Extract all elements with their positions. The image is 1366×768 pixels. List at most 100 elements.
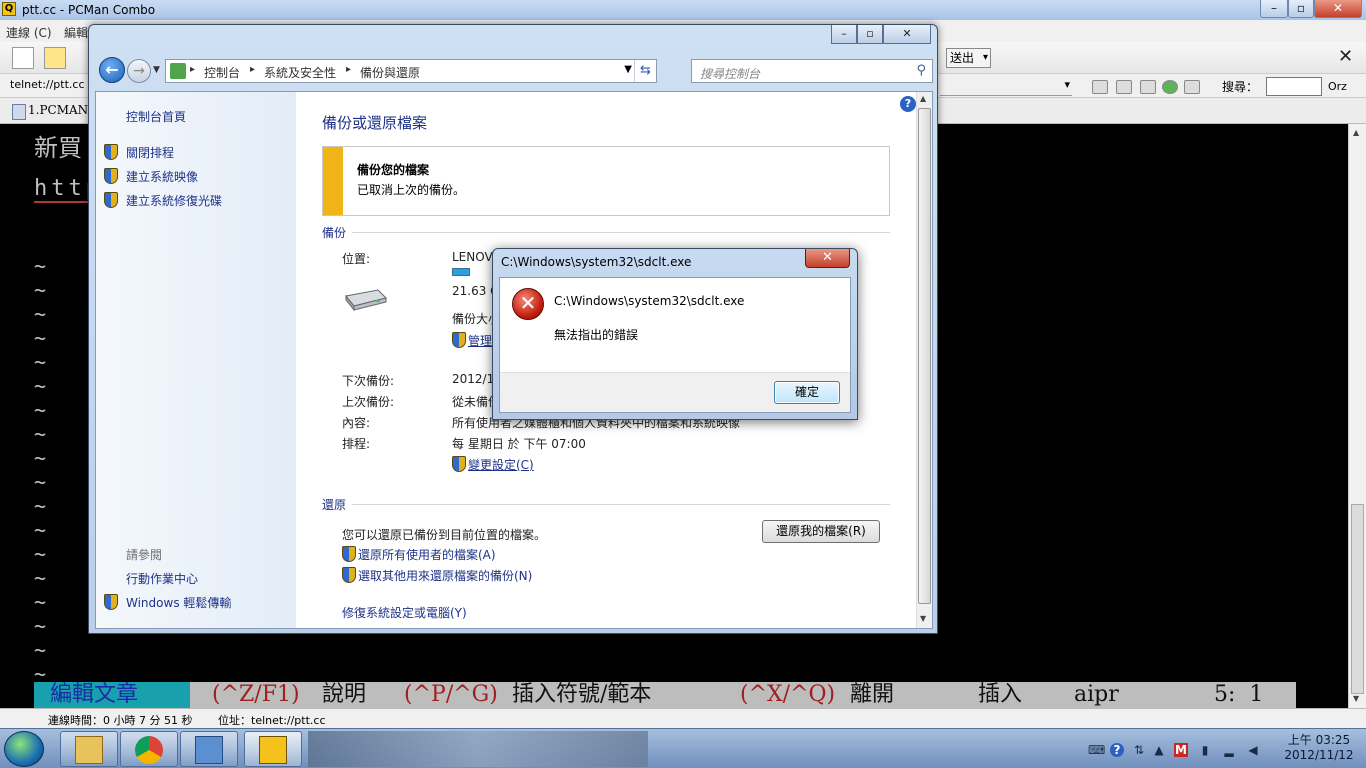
clock-date: 2012/11/12 — [1284, 748, 1354, 762]
crumb-separator-icon[interactable]: ▸ — [190, 64, 195, 75]
volume-icon[interactable]: ◀ — [1246, 743, 1260, 757]
restore-section-heading: 還原 — [322, 498, 347, 512]
warning-stripe — [323, 147, 343, 215]
address-dropdown-icon[interactable]: ▼ — [624, 64, 632, 75]
crumb-separator-icon[interactable]: ▸ — [346, 64, 351, 75]
tilde-line: ~ — [34, 278, 47, 302]
drive-usage-bar — [452, 268, 470, 276]
turn-off-schedule-link[interactable]: 關閉排程 — [126, 144, 174, 161]
dialog-message-path: C:\Windows\system32\sdclt.exe — [554, 294, 745, 308]
help-tray-icon[interactable]: ? — [1110, 743, 1124, 757]
menu-connect[interactable]: 連線 (C) — [6, 24, 52, 41]
orz-dropdown[interactable]: Orz — [1328, 80, 1347, 93]
close-button[interactable]: ✕ — [1314, 0, 1362, 18]
create-system-image-link[interactable]: 建立系統映像 — [126, 168, 198, 185]
connect-icon[interactable] — [12, 47, 34, 69]
backup-section-heading: 備份 — [322, 226, 347, 240]
ok-button[interactable]: 確定 — [774, 381, 840, 404]
last-backup-label: 上次備份: — [342, 395, 395, 409]
error-icon: ✕ — [512, 288, 544, 320]
divider — [352, 504, 890, 505]
editor-status-bar: 編輯文章 (^Z/F1) 說明 (^P/^G) 插入符號/範本 (^X/^Q) … — [34, 682, 1296, 708]
clock-time: 上午 03:25 — [1287, 733, 1351, 747]
connection-time: 連線時間：0 小時 7 分 51 秒 — [48, 714, 193, 727]
taskbar-explorer[interactable] — [60, 731, 118, 767]
pcman-icon — [259, 736, 287, 764]
crumb-backup-restore[interactable]: 備份與還原 — [360, 64, 420, 81]
address-input[interactable]: telnet://ptt.cc — [10, 78, 85, 91]
exit-key: (^X/^Q) — [740, 682, 836, 707]
dialog-close-button[interactable]: ✕ — [805, 249, 850, 268]
taskbar-previews — [308, 731, 648, 767]
ime-icon[interactable]: ⇅ — [1132, 743, 1146, 757]
home-icon[interactable] — [1092, 80, 1108, 94]
start-button[interactable] — [4, 731, 44, 767]
taskbar-pcman[interactable] — [244, 731, 302, 767]
window-title: ptt.cc - PCMan Combo — [22, 3, 156, 17]
manage-space-link[interactable]: 管理 — [468, 332, 492, 349]
scroll-up-icon[interactable]: ▲ — [1353, 128, 1359, 137]
crumb-system-security[interactable]: 系統及安全性 — [264, 64, 336, 81]
taskbar-chrome[interactable] — [120, 731, 178, 767]
shield-icon — [104, 594, 118, 610]
scroll-down-icon[interactable]: ▼ — [1353, 694, 1359, 703]
next-backup-label: 下次備份: — [342, 374, 395, 388]
show-hidden-icon[interactable]: ▲ — [1152, 743, 1166, 757]
address-dropdown[interactable] — [940, 78, 1072, 96]
easy-transfer-link[interactable]: Windows 輕鬆傳輸 — [126, 594, 231, 611]
menu-edit[interactable]: 編輯 — [64, 24, 88, 41]
username: aipr — [1074, 682, 1119, 707]
shield-icon — [104, 192, 118, 208]
system-clock[interactable]: 上午 03:25 2012/11/12 — [1274, 733, 1364, 763]
ansi-icon[interactable] — [1140, 80, 1156, 94]
screen-icon[interactable] — [1184, 80, 1200, 94]
change-settings-link[interactable]: 變更設定(C) — [468, 456, 534, 473]
cp-scrollbar[interactable]: ▲ ▼ — [916, 92, 932, 628]
globe-icon[interactable] — [1162, 80, 1178, 94]
cp-home-link[interactable]: 控制台首頁 — [126, 108, 186, 125]
crumb-separator-icon[interactable]: ▸ — [250, 64, 255, 75]
scrollbar-thumb[interactable] — [1351, 504, 1364, 694]
action-center-link[interactable]: 行動作業中心 — [126, 570, 198, 587]
breadcrumb[interactable]: ▸ 控制台 ▸ 系統及安全性 ▸ 備份與還原 ▼ ⇆ — [165, 59, 657, 83]
tilde-line: ~ — [34, 302, 47, 326]
favorite-icon[interactable] — [1116, 80, 1132, 94]
tilde-line: ~ — [34, 350, 47, 374]
network-icon[interactable]: ▂ — [1222, 743, 1236, 757]
close-tab-icon[interactable]: ✕ — [1338, 46, 1353, 67]
shield-icon — [104, 168, 118, 184]
send-button[interactable]: 送出 — [946, 48, 992, 68]
create-repair-disc-link[interactable]: 建立系統修復光碟 — [126, 192, 222, 209]
insert-label: 插入符號/範本 — [512, 682, 652, 707]
status-address: 位址：telnet://ptt.cc — [218, 714, 326, 727]
minimize-button[interactable]: – — [1260, 0, 1288, 18]
select-other-backup-link[interactable]: 選取其他用來還原檔案的備份(N) — [358, 567, 532, 584]
taskbar-control-panel[interactable] — [180, 731, 238, 767]
search-input[interactable] — [1266, 77, 1322, 96]
keyboard-icon[interactable]: ⌨ — [1088, 743, 1105, 757]
maximize-button[interactable]: ▫ — [1288, 0, 1314, 18]
cp-minimize-button[interactable]: – — [831, 25, 857, 44]
tilde-line: ~ — [34, 590, 47, 614]
cp-close-button[interactable]: ✕ — [883, 25, 931, 44]
scroll-up-icon[interactable]: ▲ — [920, 94, 926, 103]
crumb-control-panel[interactable]: 控制台 — [204, 64, 240, 81]
cp-maximize-button[interactable]: ▫ — [857, 25, 883, 44]
restore-all-users-link[interactable]: 還原所有使用者的檔案(A) — [358, 546, 496, 563]
cp-search-input[interactable]: 搜尋控制台 ⚲ — [691, 59, 933, 83]
forward-arrow-icon[interactable]: → — [127, 59, 151, 83]
recent-pages-icon[interactable]: ▼ — [153, 65, 160, 75]
scroll-down-icon[interactable]: ▼ — [920, 614, 926, 623]
tilde-line: ~ — [34, 566, 47, 590]
new-icon[interactable] — [44, 47, 66, 69]
power-icon[interactable]: ▮ — [1198, 743, 1212, 757]
refresh-icon[interactable]: ⇆ — [634, 60, 656, 82]
recover-system-link[interactable]: 修復系統設定或電腦(Y) — [342, 604, 467, 621]
antivirus-icon[interactable]: M — [1174, 743, 1188, 757]
scrollbar-thumb[interactable] — [918, 108, 931, 604]
search-icon[interactable]: ⚲ — [916, 63, 926, 78]
terminal-scrollbar[interactable]: ▲ ▼ — [1348, 124, 1366, 708]
restore-my-files-button[interactable]: 還原我的檔案(R) — [762, 520, 880, 543]
insert-mode: 插入 — [978, 682, 1023, 707]
back-arrow-icon[interactable]: ← — [99, 57, 125, 83]
